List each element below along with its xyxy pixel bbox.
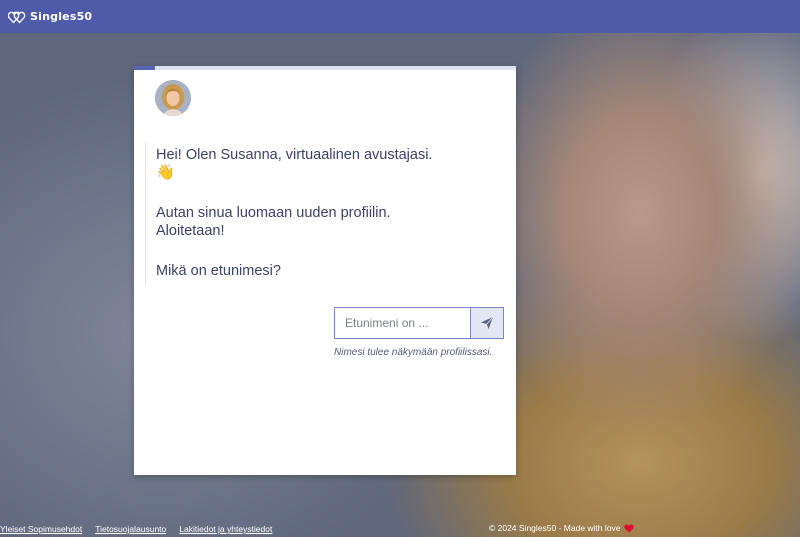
chat-messages: Hei! Olen Susanna, virtuaalinen avustaja… [145, 142, 486, 286]
input-hint: Nimesi tulee näkymään profiilissasi. [334, 347, 493, 358]
progress-bar [134, 66, 516, 70]
logo[interactable]: Singles50 [8, 10, 92, 24]
intro-message-line1: Autan sinua luomaan uuden profiilin. [156, 205, 391, 221]
avatar-portrait [155, 80, 191, 116]
chat-card: Hei! Olen Susanna, virtuaalinen avustaja… [134, 66, 516, 475]
copyright-text: © 2024 Singles50 - Made with love [489, 523, 621, 533]
heart-icon [624, 524, 635, 533]
first-name-input[interactable] [334, 307, 470, 339]
copyright: © 2024 Singles50 - Made with love [489, 523, 635, 533]
footer-links: Yleiset Sopimusehdot Tietosuojalausunto … [0, 524, 285, 534]
send-button[interactable] [470, 307, 504, 339]
paper-plane-icon [481, 316, 494, 329]
top-bar: Singles50 [0, 0, 800, 33]
assistant-avatar [155, 80, 191, 116]
legal-contact-link[interactable]: Lakitiedot ja yhteystiedot [179, 524, 272, 534]
question-message: Mikä on etunimesi? [156, 263, 281, 279]
progress-fill [134, 66, 155, 70]
greeting-message: Hei! Olen Susanna, virtuaalinen avustaja… [156, 147, 433, 163]
name-input-row [334, 307, 504, 339]
brand-name: Singles50 [30, 10, 93, 23]
privacy-link[interactable]: Tietosuojalausunto [95, 524, 166, 534]
hearts-logo-icon [8, 11, 26, 23]
terms-link[interactable]: Yleiset Sopimusehdot [0, 524, 82, 534]
wave-emoji: 👋 [156, 164, 175, 181]
intro-message-line2: Aloitetaan! [156, 223, 225, 239]
